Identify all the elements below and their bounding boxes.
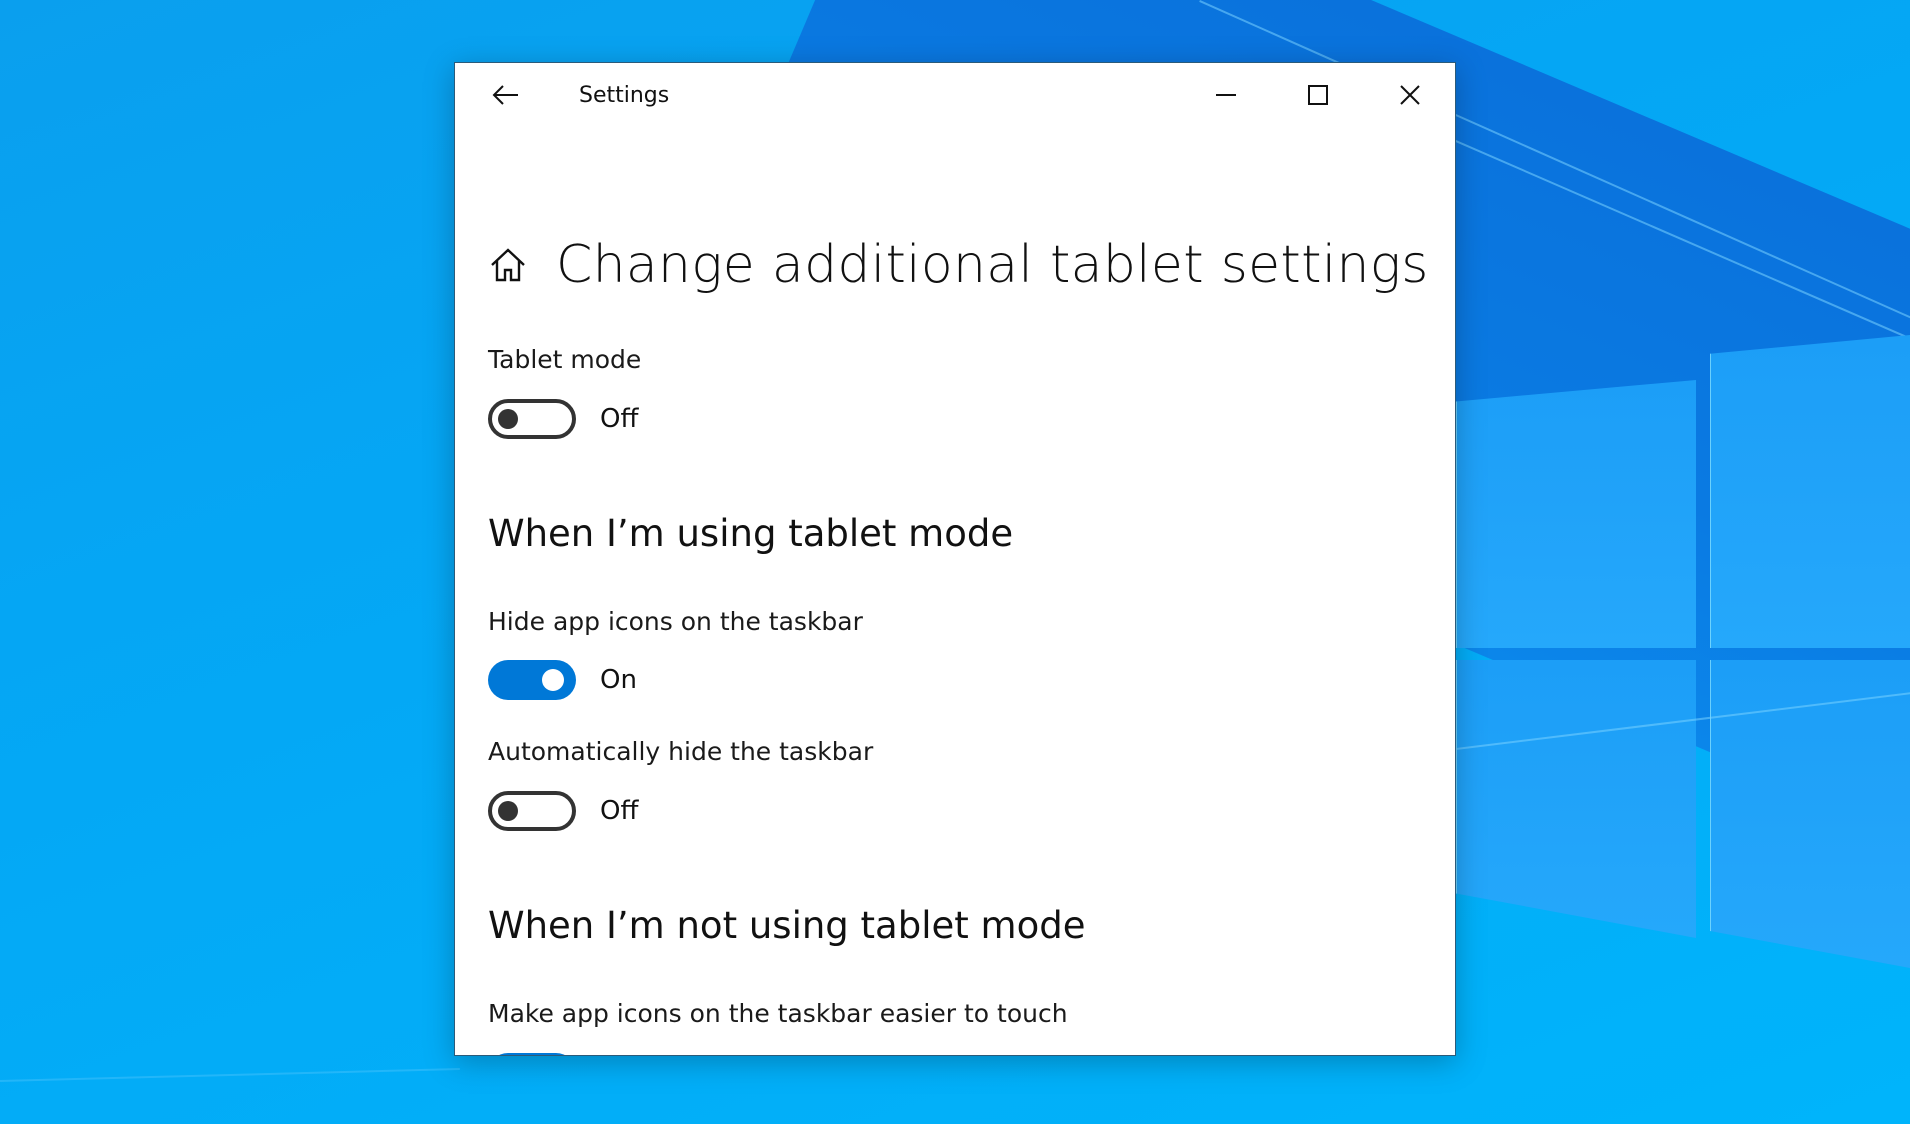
- hide-app-icons-label: Hide app icons on the taskbar: [488, 607, 863, 636]
- close-button[interactable]: [1364, 63, 1455, 127]
- section-heading-not-using-tablet-mode: When I’m not using tablet mode: [488, 904, 1086, 947]
- maximize-icon: [1308, 85, 1328, 105]
- toggle-knob: [498, 409, 518, 429]
- home-icon: [491, 248, 525, 282]
- easier-touch-icons-toggle[interactable]: [488, 1053, 576, 1055]
- easier-touch-icons-label: Make app icons on the taskbar easier to …: [488, 999, 1068, 1028]
- tablet-mode-label: Tablet mode: [488, 345, 642, 374]
- auto-hide-taskbar-toggle[interactable]: [488, 791, 576, 831]
- settings-window: Settings Change additional tablet settin: [454, 62, 1456, 1056]
- home-button[interactable]: [488, 245, 528, 285]
- settings-content: Change additional tablet settings Tablet…: [488, 127, 1428, 1055]
- wallpaper-logo-pane: [1456, 660, 1696, 938]
- wallpaper-logo-pane: [1710, 335, 1910, 648]
- hide-app-icons-state: On: [600, 665, 637, 695]
- tablet-mode-state: Off: [600, 404, 639, 434]
- section-heading-using-tablet-mode: When I’m using tablet mode: [488, 512, 1014, 555]
- page-title: Change additional tablet settings: [556, 235, 1429, 295]
- minimize-button[interactable]: [1180, 63, 1272, 127]
- toggle-knob: [498, 801, 518, 821]
- maximize-button[interactable]: [1272, 63, 1364, 127]
- wallpaper-light-ray: [0, 1067, 460, 1082]
- auto-hide-taskbar-label: Automatically hide the taskbar: [488, 737, 874, 766]
- auto-hide-taskbar-toggle-row[interactable]: Off: [488, 791, 638, 831]
- back-button[interactable]: [483, 75, 529, 115]
- easier-touch-icons-toggle-row[interactable]: On: [488, 1053, 637, 1055]
- wallpaper-logo-pane: [1456, 380, 1696, 648]
- app-title: Settings: [579, 83, 670, 108]
- auto-hide-taskbar-state: Off: [600, 796, 639, 826]
- close-icon: [1400, 85, 1420, 105]
- toggle-knob: [542, 669, 564, 691]
- tablet-mode-toggle-row[interactable]: Off: [488, 399, 638, 439]
- page-header: Change additional tablet settings: [488, 235, 1429, 295]
- minimize-icon: [1216, 94, 1236, 96]
- tablet-mode-toggle[interactable]: [488, 399, 576, 439]
- hide-app-icons-toggle-row[interactable]: On: [488, 660, 637, 700]
- hide-app-icons-toggle[interactable]: [488, 660, 576, 700]
- title-bar[interactable]: Settings: [455, 63, 1455, 127]
- back-arrow-icon: [492, 85, 518, 105]
